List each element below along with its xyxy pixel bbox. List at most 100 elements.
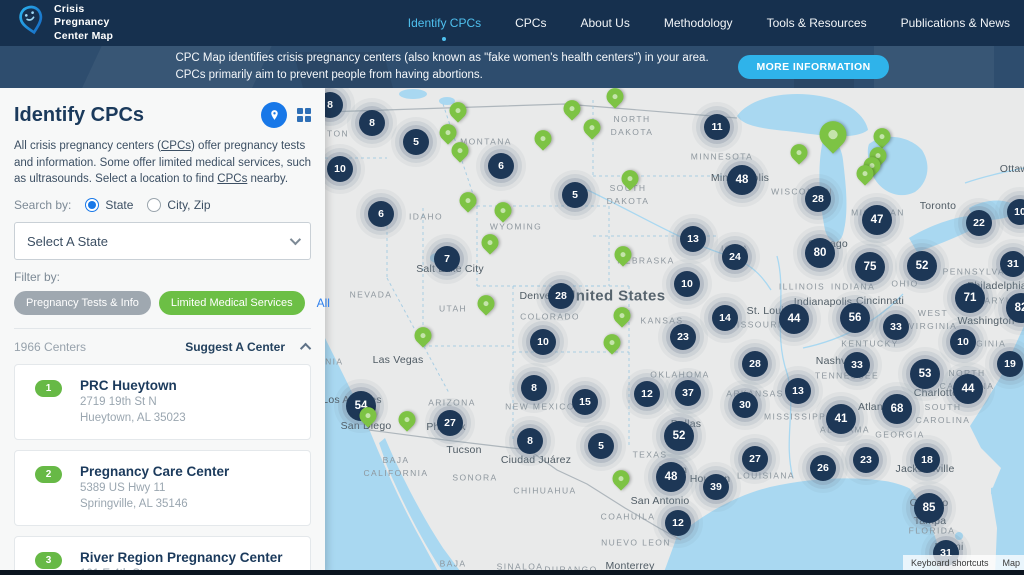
keyboard-shortcuts-link[interactable]: Keyboard shortcuts xyxy=(911,558,989,568)
search-by-label: Search by: xyxy=(14,198,71,212)
cluster-marker[interactable]: 48 xyxy=(656,462,686,492)
cluster-marker[interactable]: 27 xyxy=(742,446,768,472)
map[interactable]: WASHINGTONMONTANAIDAHONORTH DAKOTASOUTH … xyxy=(325,88,1024,575)
cluster-marker[interactable]: 18 xyxy=(914,447,940,473)
cluster-marker[interactable]: 28 xyxy=(742,351,768,377)
header: Crisis Pregnancy Center Map Identify CPC… xyxy=(0,0,1024,46)
center-card[interactable]: 1PRC Hueytown2719 19th St NHueytown, AL … xyxy=(14,364,311,440)
info-banner: CPC Map identifies crisis pregnancy cent… xyxy=(0,46,1024,88)
cluster-marker[interactable]: 7 xyxy=(434,246,460,272)
cluster-marker[interactable]: 22 xyxy=(966,210,992,236)
cpcs-link-1[interactable]: CPCs xyxy=(161,140,191,152)
cluster-marker[interactable]: 19 xyxy=(997,351,1023,377)
center-info: Pregnancy Care Center5389 US Hwy 11Sprin… xyxy=(80,464,229,512)
filter-by-label: Filter by: xyxy=(14,270,311,284)
cluster-marker[interactable]: 52 xyxy=(664,421,694,451)
cluster-marker[interactable]: 75 xyxy=(855,252,885,282)
cluster-marker[interactable]: 31 xyxy=(1000,251,1024,277)
nav-publications-news[interactable]: Publications & News xyxy=(901,12,1010,34)
cluster-marker[interactable]: 23 xyxy=(853,447,879,473)
radio-city-zip-control[interactable] xyxy=(147,198,161,212)
cluster-marker[interactable]: 11 xyxy=(704,114,730,140)
nav-cpcs[interactable]: CPCs xyxy=(515,12,546,34)
cluster-marker[interactable]: 80 xyxy=(805,238,835,268)
state-select[interactable]: Select A State xyxy=(14,222,311,260)
grid-view-button[interactable] xyxy=(297,108,311,122)
cluster-marker[interactable]: 5 xyxy=(562,182,588,208)
cluster-marker[interactable]: 52 xyxy=(907,251,937,281)
cpcs-link-2[interactable]: CPCs xyxy=(217,173,247,185)
cluster-marker[interactable]: 68 xyxy=(882,394,912,424)
cluster-marker[interactable]: 10 xyxy=(674,271,700,297)
center-address-line2: Hueytown, AL 35023 xyxy=(80,411,186,427)
nav-label: CPCs xyxy=(515,16,546,30)
filter-limited-medical-pill[interactable]: Limited Medical Services xyxy=(159,291,305,315)
radio-city-zip[interactable]: City, Zip xyxy=(147,198,210,212)
cluster-marker[interactable]: 14 xyxy=(712,305,738,331)
cluster-marker[interactable]: 27 xyxy=(437,410,463,436)
cluster-marker[interactable]: 26 xyxy=(810,455,836,481)
cluster-marker[interactable]: 30 xyxy=(732,392,758,418)
cluster-marker[interactable]: 6 xyxy=(488,153,514,179)
radio-state[interactable]: State xyxy=(85,198,133,212)
logo[interactable]: Crisis Pregnancy Center Map xyxy=(18,3,113,44)
nav-label: Tools & Resources xyxy=(767,16,867,30)
cluster-marker[interactable]: 41 xyxy=(826,404,856,434)
panel-title: Identify CPCs xyxy=(14,104,144,127)
nav-label: Identify CPCs xyxy=(408,16,481,30)
cluster-marker[interactable]: 53 xyxy=(910,359,940,389)
cluster-marker[interactable]: 5 xyxy=(588,433,614,459)
nav-about-us[interactable]: About Us xyxy=(580,12,629,34)
cluster-marker[interactable]: 47 xyxy=(862,205,892,235)
cluster-marker[interactable]: 37 xyxy=(675,380,701,406)
cluster-marker[interactable]: 6 xyxy=(368,201,394,227)
cluster-marker[interactable]: 44 xyxy=(953,374,983,404)
cluster-marker[interactable]: 48 xyxy=(727,165,757,195)
cluster-marker[interactable]: 5 xyxy=(403,129,429,155)
cluster-marker[interactable]: 24 xyxy=(722,244,748,270)
nav-methodology[interactable]: Methodology xyxy=(664,12,733,34)
chevron-down-icon xyxy=(290,234,301,245)
suggest-a-center-link[interactable]: Suggest A Center xyxy=(185,340,285,354)
filter-pregnancy-tests-pill[interactable]: Pregnancy Tests & Info xyxy=(14,291,151,315)
cluster-marker[interactable]: 8 xyxy=(517,428,543,454)
center-info: PRC Hueytown2719 19th St NHueytown, AL 3… xyxy=(80,378,186,426)
cluster-marker[interactable]: 28 xyxy=(548,283,574,309)
cluster-marker[interactable]: 12 xyxy=(634,381,660,407)
cluster-marker[interactable]: 8 xyxy=(359,110,385,136)
logo-title: Crisis Pregnancy Center Map xyxy=(54,3,113,44)
radio-state-control[interactable] xyxy=(85,198,99,212)
cluster-marker[interactable]: 56 xyxy=(840,303,870,333)
cluster-marker[interactable]: 13 xyxy=(785,378,811,404)
nav-tools-resources[interactable]: Tools & Resources xyxy=(767,12,867,34)
cluster-marker[interactable]: 13 xyxy=(680,226,706,252)
cluster-marker[interactable]: 33 xyxy=(883,314,909,340)
cluster-marker[interactable]: 10 xyxy=(530,329,556,355)
cluster-marker[interactable]: 8 xyxy=(521,375,547,401)
active-nav-dot xyxy=(442,37,446,41)
collapse-chevron-icon[interactable] xyxy=(300,343,311,354)
cluster-marker[interactable]: 85 xyxy=(914,493,944,523)
center-address-line1: 2719 19th St N xyxy=(80,395,186,411)
nav-label: Methodology xyxy=(664,16,733,30)
cluster-marker[interactable]: 10 xyxy=(950,329,976,355)
cluster-marker[interactable]: 33 xyxy=(844,352,870,378)
cluster-marker[interactable]: 15 xyxy=(572,389,598,415)
center-name: River Region Pregnancy Center xyxy=(80,550,283,565)
cluster-marker[interactable]: 28 xyxy=(805,186,831,212)
map-view-button[interactable] xyxy=(261,102,287,128)
nav-identify-cpcs[interactable]: Identify CPCs xyxy=(408,12,481,34)
sidebar-panel: Identify CPCs All crisis pregnancy cente… xyxy=(0,88,325,575)
cluster-marker[interactable]: 44 xyxy=(779,304,809,334)
cluster-marker[interactable]: 10 xyxy=(327,156,353,182)
cluster-marker[interactable]: 12 xyxy=(665,510,691,536)
cluster-marker[interactable]: 23 xyxy=(670,324,696,350)
map-data-link[interactable]: Map xyxy=(1002,558,1020,568)
nav-label: Publications & News xyxy=(901,16,1010,30)
cluster-marker[interactable]: 39 xyxy=(703,474,729,500)
more-information-button[interactable]: MORE INFORMATION xyxy=(738,55,888,79)
filter-all-link[interactable]: All xyxy=(317,296,330,310)
center-card[interactable]: 2Pregnancy Care Center5389 US Hwy 11Spri… xyxy=(14,450,311,526)
cluster-marker[interactable]: 71 xyxy=(955,283,985,313)
center-address-line2: Springville, AL 35146 xyxy=(80,497,229,513)
